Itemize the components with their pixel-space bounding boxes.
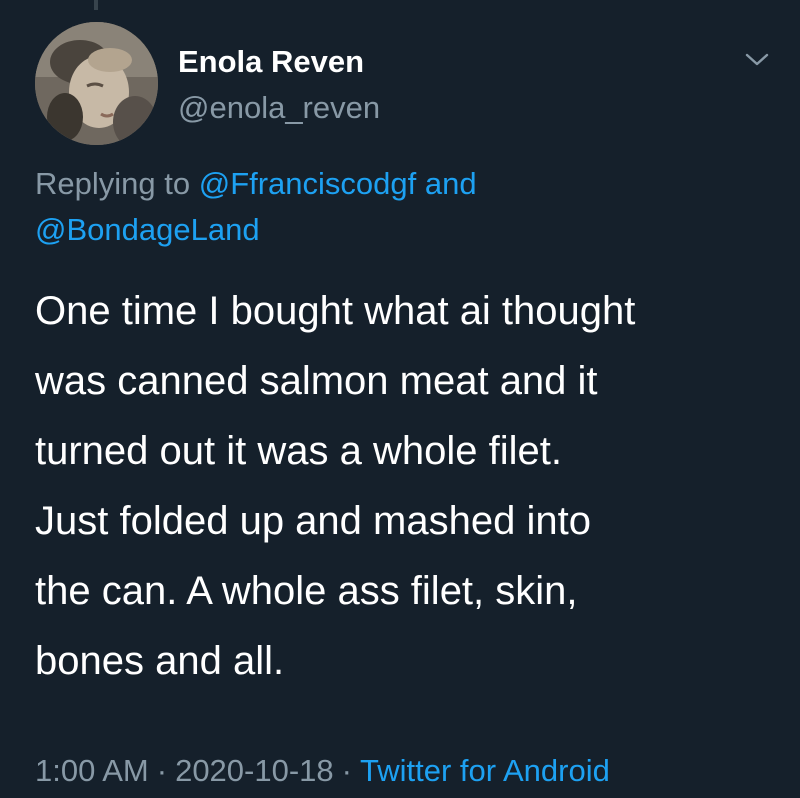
tweet-source-link[interactable]: Twitter for Android (360, 753, 610, 788)
tweet-metadata: 1:00 AM · 2020-10-18 · Twitter for Android (35, 753, 610, 789)
mention-connector: and (424, 166, 477, 201)
chevron-down-icon[interactable] (744, 50, 770, 70)
mention-link[interactable]: @Ffranciscodgf (199, 166, 417, 201)
thread-connector-line (94, 0, 98, 10)
tweet-text-line: One time I bought what ai thought (35, 289, 636, 333)
tweet-text-line: the can. A whole ass filet, skin, (35, 569, 578, 613)
meta-separator: · (156, 753, 168, 788)
author-handle[interactable]: @enola_reven (178, 90, 380, 126)
meta-separator: · (341, 753, 352, 788)
tweet-text-line: was canned salmon meat and it (35, 359, 598, 403)
mention-link[interactable]: @BondageLand (35, 212, 260, 247)
avatar[interactable] (35, 22, 158, 145)
tweet-date[interactable]: 2020-10-18 (175, 753, 334, 788)
tweet-text: One time I bought what ai thought was ca… (35, 276, 795, 696)
author-display-name[interactable]: Enola Reven (178, 44, 364, 80)
replying-to-continued: @BondageLand (35, 212, 260, 248)
replying-to: Replying to @Ffranciscodgf and (35, 166, 477, 202)
tweet-text-line: turned out it was a whole filet. (35, 429, 562, 473)
tweet-detail: Enola Reven @enola_reven Replying to @Ff… (0, 0, 800, 798)
replying-to-label: Replying to (35, 166, 191, 201)
tweet-text-line: Just folded up and mashed into (35, 499, 591, 543)
tweet-text-line: bones and all. (35, 639, 285, 683)
avatar-image (35, 22, 158, 145)
tweet-time[interactable]: 1:00 AM (35, 753, 149, 788)
